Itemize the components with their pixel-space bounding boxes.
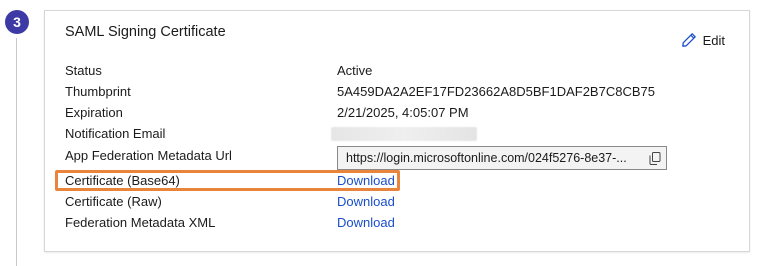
certificate-base64-label: Certificate (Base64) [65, 173, 180, 188]
federation-metadata-xml-download-link[interactable]: Download [337, 214, 395, 232]
status-value: Active [337, 63, 373, 78]
step-number-badge: 3 [5, 10, 29, 34]
edit-label: Edit [702, 32, 725, 48]
thumbprint-label: Thumbprint [65, 84, 131, 99]
expiration-label: Expiration [65, 105, 123, 120]
metadata-url-field[interactable]: https://login.microsoftonline.com/024f52… [337, 146, 667, 170]
federation-metadata-xml-label: Federation Metadata XML [65, 215, 216, 230]
notification-email-label: Notification Email [65, 126, 166, 141]
card-title: SAML Signing Certificate [65, 24, 226, 40]
certificate-base64-download-link[interactable]: Download [337, 172, 395, 190]
certificate-raw-download-link[interactable]: Download [337, 193, 395, 211]
redacted-email-value [331, 127, 477, 141]
edit-button[interactable]: Edit [681, 32, 725, 48]
pencil-icon [681, 32, 697, 48]
certificate-raw-label: Certificate (Raw) [65, 194, 162, 209]
saml-signing-certificate-card: SAML Signing Certificate Edit Status Act… [44, 10, 750, 252]
step-connector-line [16, 38, 17, 266]
thumbprint-value: 5A459DA2A2EF17FD23662A8D5BF1DAF2B7C8CB75 [337, 84, 655, 99]
expiration-value: 2/21/2025, 4:05:07 PM [337, 105, 469, 120]
app-federation-metadata-url-label: App Federation Metadata Url [65, 148, 232, 163]
metadata-url-text: https://login.microsoftonline.com/024f52… [346, 151, 627, 165]
copy-icon[interactable] [644, 147, 666, 169]
status-label: Status [65, 63, 102, 78]
